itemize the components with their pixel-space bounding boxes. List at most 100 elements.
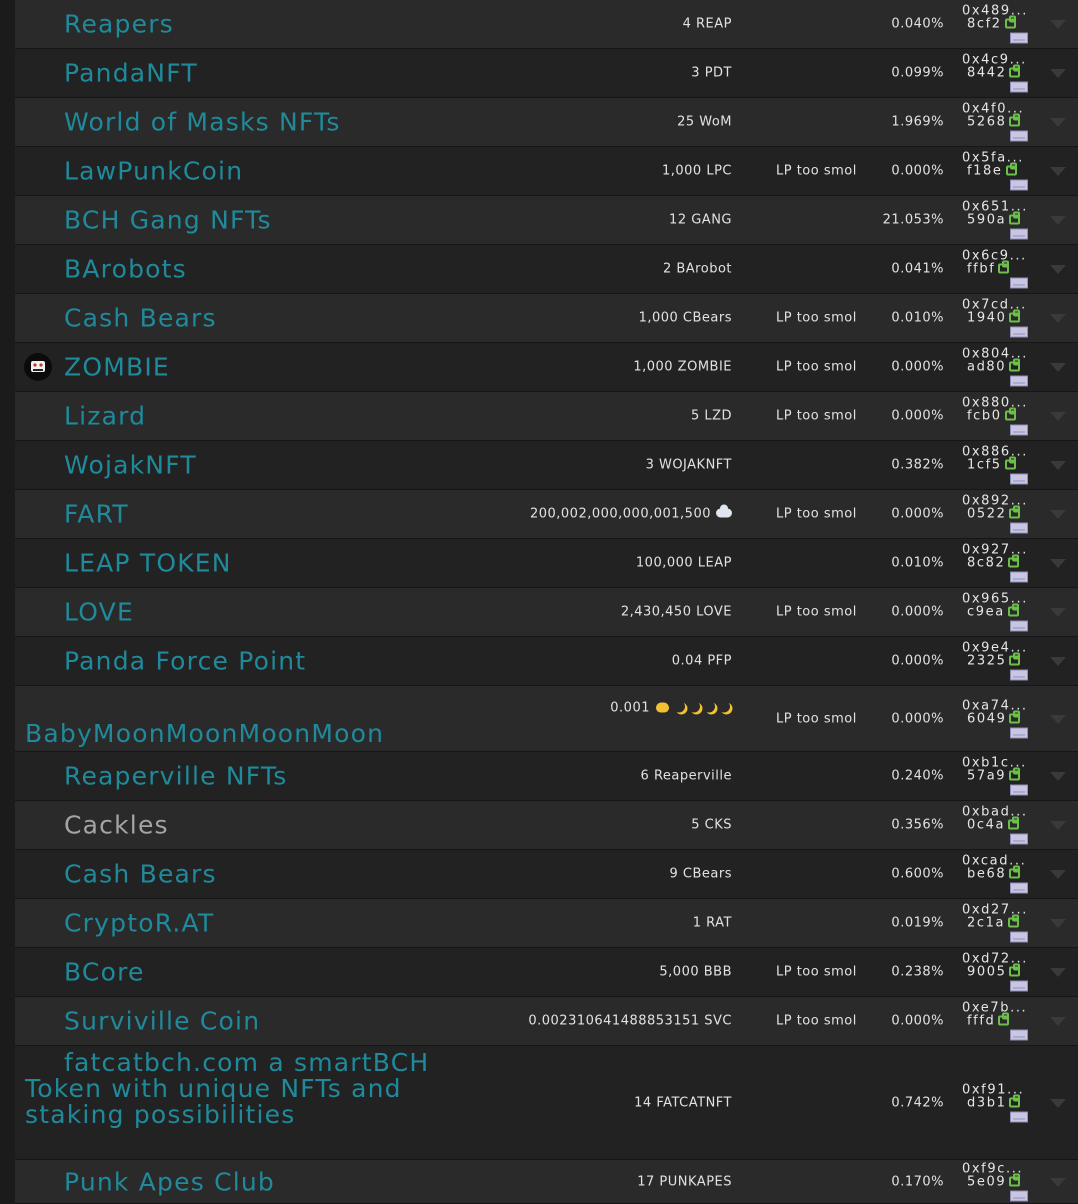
token-name-link[interactable]: Punk Apes Club	[64, 1167, 275, 1196]
envelope-icon[interactable]	[1010, 1111, 1028, 1122]
envelope-icon[interactable]	[1010, 473, 1028, 485]
chevron-down-icon[interactable]	[1050, 314, 1066, 323]
envelope-icon[interactable]	[1010, 424, 1028, 436]
token-name-link[interactable]: LEAP TOKEN	[64, 549, 232, 578]
chevron-down-icon[interactable]	[1050, 167, 1066, 176]
copy-icon[interactable]	[1009, 309, 1021, 323]
token-balance: 4 REAP	[682, 16, 732, 32]
envelope-icon[interactable]	[1010, 81, 1028, 93]
envelope-icon[interactable]	[1010, 727, 1028, 738]
copy-icon[interactable]	[1008, 816, 1020, 830]
copy-icon[interactable]	[1009, 710, 1021, 723]
envelope-icon[interactable]	[1010, 326, 1028, 338]
chevron-down-icon[interactable]	[1050, 1177, 1066, 1187]
chevron-down-icon[interactable]	[1050, 363, 1066, 372]
envelope-icon[interactable]	[1010, 931, 1028, 943]
envelope-icon[interactable]	[1010, 882, 1028, 894]
copy-icon[interactable]	[1005, 162, 1017, 176]
chevron-down-icon[interactable]	[1050, 772, 1066, 781]
copy-icon[interactable]	[998, 1012, 1010, 1026]
chevron-down-icon[interactable]	[1050, 1017, 1066, 1026]
copy-icon[interactable]	[1009, 113, 1021, 127]
token-name-link[interactable]: World of Masks NFTs	[64, 108, 341, 137]
envelope-icon[interactable]	[1010, 669, 1028, 681]
copy-icon[interactable]	[1009, 358, 1021, 372]
copy-icon[interactable]	[1008, 554, 1020, 568]
chevron-down-icon[interactable]	[1050, 968, 1066, 977]
copy-icon[interactable]	[1009, 652, 1021, 666]
envelope-icon[interactable]	[1010, 32, 1028, 44]
token-name-link[interactable]: Panda Force Point	[64, 647, 306, 676]
lp-status: LP too smol	[776, 506, 857, 522]
token-name-link[interactable]: FART	[64, 500, 129, 529]
token-percent: 0.040%	[891, 16, 944, 32]
token-name-link[interactable]: PandaNFT	[64, 59, 198, 88]
copy-icon[interactable]	[1008, 914, 1020, 928]
token-name-link[interactable]: BCH Gang NFTs	[64, 206, 272, 235]
copy-icon[interactable]	[1004, 407, 1016, 421]
copy-icon[interactable]	[1009, 865, 1021, 879]
token-address: 0x4f0... 5268	[962, 103, 1032, 142]
chevron-down-icon[interactable]	[1050, 714, 1066, 724]
copy-icon[interactable]	[1009, 767, 1021, 781]
token-name-link[interactable]: Cash Bears	[64, 860, 217, 889]
chevron-down-icon[interactable]	[1050, 821, 1066, 830]
envelope-icon[interactable]	[1010, 833, 1028, 845]
copy-icon[interactable]	[1004, 456, 1016, 470]
envelope-icon[interactable]	[1010, 1029, 1028, 1041]
token-name-link[interactable]: BCore	[64, 958, 145, 987]
chevron-down-icon[interactable]	[1050, 216, 1066, 225]
copy-icon[interactable]	[1007, 603, 1019, 617]
copy-icon[interactable]	[1009, 1173, 1021, 1186]
token-name-link[interactable]: ZOMBIE	[64, 353, 170, 382]
chevron-down-icon[interactable]	[1050, 69, 1066, 78]
token-name-link[interactable]: fatcatbch.com a smartBCH Token with uniq…	[25, 1050, 485, 1128]
token-name-link[interactable]: Lizard	[64, 402, 146, 431]
chevron-down-icon[interactable]	[1050, 1098, 1066, 1108]
envelope-icon[interactable]	[1010, 277, 1028, 289]
chevron-down-icon[interactable]	[1050, 461, 1066, 470]
copy-icon[interactable]	[1009, 963, 1021, 977]
token-percent: 0.238%	[891, 964, 944, 980]
envelope-icon[interactable]	[1010, 375, 1028, 387]
chevron-down-icon[interactable]	[1050, 412, 1066, 421]
envelope-icon[interactable]	[1010, 620, 1028, 632]
envelope-icon[interactable]	[1010, 130, 1028, 142]
chevron-down-icon[interactable]	[1050, 510, 1066, 519]
token-name-link[interactable]: Reapers	[64, 10, 174, 39]
copy-icon[interactable]	[1004, 15, 1016, 29]
envelope-icon[interactable]	[1010, 522, 1028, 534]
copy-icon[interactable]	[1009, 211, 1021, 225]
chevron-down-icon[interactable]	[1050, 265, 1066, 274]
copy-icon[interactable]	[998, 260, 1010, 274]
token-name-link[interactable]: Surviville Coin	[64, 1007, 260, 1036]
token-name-link[interactable]: WojakNFT	[64, 451, 197, 480]
envelope-icon[interactable]	[1010, 1190, 1028, 1201]
token-name-link[interactable]: LOVE	[64, 598, 134, 627]
chevron-down-icon[interactable]	[1050, 608, 1066, 617]
envelope-icon[interactable]	[1010, 784, 1028, 796]
envelope-icon[interactable]	[1010, 228, 1028, 240]
token-row: BCH Gang NFTs 12 GANG 21.053% 0x651... 59…	[15, 196, 1078, 245]
chevron-down-icon[interactable]	[1050, 559, 1066, 568]
token-row: BCore 5,000 BBB LP too smol 0.238% 0xd72…	[15, 948, 1078, 997]
address-suffix: 2325	[967, 653, 1007, 669]
envelope-icon[interactable]	[1010, 571, 1028, 583]
token-name-link[interactable]: CryptoR.AT	[64, 909, 214, 938]
token-name-link[interactable]: LawPunkCoin	[64, 157, 243, 186]
chevron-down-icon[interactable]	[1050, 20, 1066, 29]
token-name-link[interactable]: Reaperville NFTs	[64, 762, 287, 791]
envelope-icon[interactable]	[1010, 179, 1028, 191]
token-name-link[interactable]: Cash Bears	[64, 304, 217, 333]
token-balance: 3 WOJAKNFT	[645, 457, 732, 473]
chevron-down-icon[interactable]	[1050, 870, 1066, 879]
envelope-icon[interactable]	[1010, 980, 1028, 992]
token-name-link[interactable]: BabyMoonMoonMoonMoon	[25, 719, 384, 748]
copy-icon[interactable]	[1009, 505, 1021, 519]
chevron-down-icon[interactable]	[1050, 657, 1066, 666]
chevron-down-icon[interactable]	[1050, 919, 1066, 928]
chevron-down-icon[interactable]	[1050, 118, 1066, 127]
token-name-link[interactable]: BArobots	[64, 255, 187, 284]
copy-icon[interactable]	[1009, 64, 1021, 78]
copy-icon[interactable]	[1009, 1094, 1021, 1107]
